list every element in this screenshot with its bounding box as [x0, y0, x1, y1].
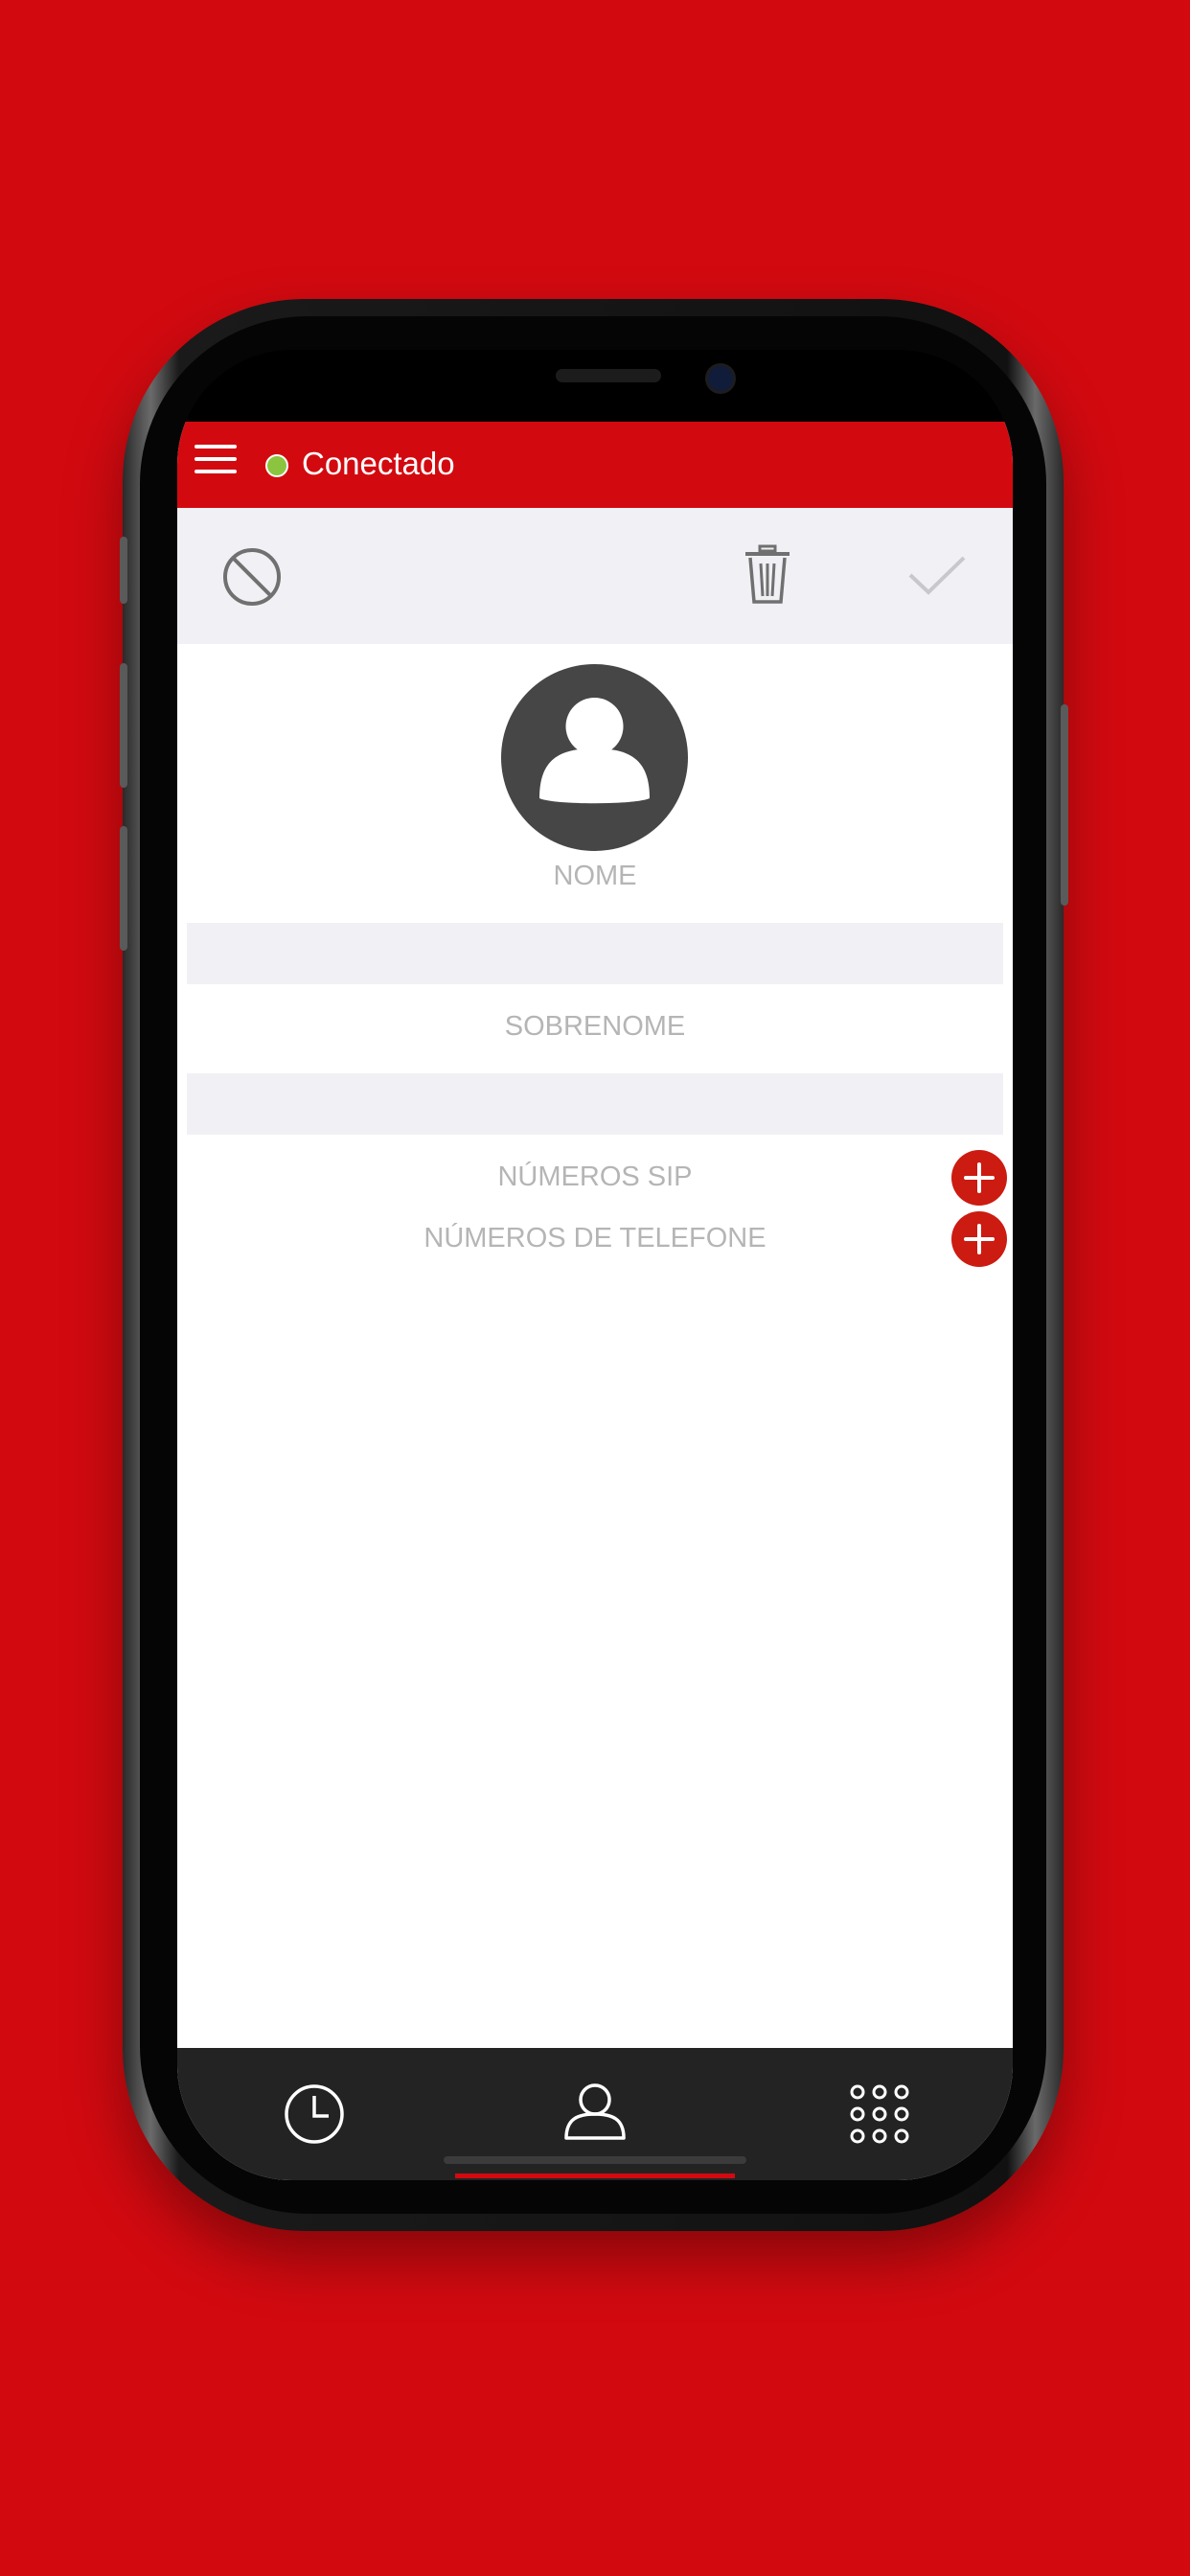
- block-icon[interactable]: [221, 546, 283, 608]
- notch: [383, 350, 807, 419]
- speaker-grille: [556, 369, 661, 382]
- home-indicator: [444, 2156, 746, 2164]
- clock-icon[interactable]: [283, 2082, 346, 2146]
- power-button: [1061, 704, 1068, 906]
- checkmark-icon[interactable]: [907, 554, 967, 596]
- keypad-icon[interactable]: [850, 2084, 909, 2144]
- phone-numbers-label: NÚMEROS DE TELEFONE: [423, 1223, 767, 1254]
- front-camera: [705, 363, 736, 394]
- top-bar: Conectado: [177, 422, 1013, 508]
- add-sip-number-button[interactable]: [951, 1150, 1007, 1206]
- volume-up-button: [120, 663, 127, 788]
- contact-editor: Conectado NOME SOBRENOME NÚMEROS SIP NÚM…: [177, 422, 1013, 2180]
- hamburger-menu-icon[interactable]: [195, 445, 237, 483]
- mute-switch: [120, 537, 127, 604]
- nickname-field-divider: [187, 1073, 1003, 1135]
- connection-status-label: Conectado: [302, 446, 455, 481]
- name-field-divider: [187, 923, 1003, 984]
- person-icon[interactable]: [562, 2081, 628, 2144]
- connection-status-dot: [265, 454, 288, 477]
- contact-avatar[interactable]: [501, 664, 688, 851]
- phone-screen: Conectado NOME SOBRENOME NÚMEROS SIP NÚM…: [177, 350, 1013, 2180]
- add-phone-number-button[interactable]: [951, 1211, 1007, 1267]
- nickname-label[interactable]: SOBRENOME: [177, 1009, 1013, 1044]
- edit-toolbar: [177, 508, 1013, 644]
- active-tab-indicator: [455, 2174, 735, 2178]
- name-label[interactable]: NOME: [177, 859, 1013, 893]
- trash-icon[interactable]: [743, 544, 792, 606]
- volume-down-button: [120, 826, 127, 951]
- sip-numbers-label: NÚMEROS SIP: [497, 1162, 693, 1192]
- person-silhouette-icon: [539, 698, 650, 804]
